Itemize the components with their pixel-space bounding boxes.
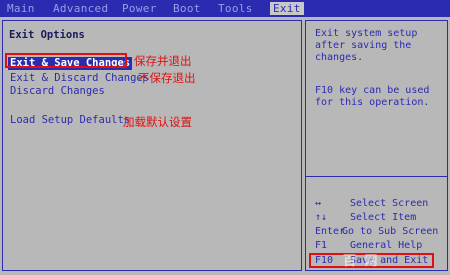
option-load-setup-defaults[interactable]: Load Setup Defaults — [8, 114, 132, 127]
menu-bar: Main Advanced Power Boot Tools Exit — [0, 0, 450, 17]
help-divider — [306, 176, 447, 177]
key-desc: Select Screen — [350, 198, 429, 209]
exit-options-panel: Exit Options Exit & Save Changes 保存并退出 E… — [2, 20, 302, 271]
key-label: F1 — [315, 240, 328, 251]
key-desc: Go to Sub Screen — [342, 226, 439, 237]
help-panel: Exit system setup after saving the chang… — [305, 20, 448, 271]
key-row-select-item: ↑↓ Select Item — [306, 212, 449, 226]
option-exit-discard-changes[interactable]: Exit & Discard Changes — [8, 72, 151, 85]
menu-advanced[interactable]: Advanced — [50, 2, 111, 15]
option-discard-changes[interactable]: Discard Changes — [8, 85, 107, 98]
key-row-select-screen: ↔ Select Screen — [306, 198, 449, 212]
annotation-save-and-exit: 保存并退出 — [134, 54, 192, 68]
key-label: Enter — [315, 226, 346, 237]
key-desc: Select Item — [350, 212, 417, 223]
watermark: 百 网 — [343, 254, 380, 269]
key-row-sub-screen: Enter Go to Sub Screen — [306, 226, 449, 240]
help-f10-note: F10 key can be used for this operation. — [315, 85, 430, 108]
annotation-load-defaults: 加载默认设置 — [123, 115, 192, 129]
annotation-highlight-box — [5, 53, 127, 68]
panel-title: Exit Options — [9, 29, 85, 41]
menu-power[interactable]: Power — [119, 2, 160, 15]
menu-tools[interactable]: Tools — [215, 2, 256, 15]
menu-boot[interactable]: Boot — [170, 2, 204, 15]
bios-setup-screen: Main Advanced Power Boot Tools Exit Exit… — [0, 0, 450, 275]
help-description: Exit system setup after saving the chang… — [315, 28, 418, 63]
menu-exit[interactable]: Exit — [270, 2, 304, 15]
arrows-up-down-icon: ↑↓ — [315, 212, 328, 223]
menu-main[interactable]: Main — [4, 2, 38, 15]
arrows-left-right-icon: ↔ — [315, 198, 322, 209]
annotation-exit-without-saving: 不保存退出 — [138, 71, 196, 85]
